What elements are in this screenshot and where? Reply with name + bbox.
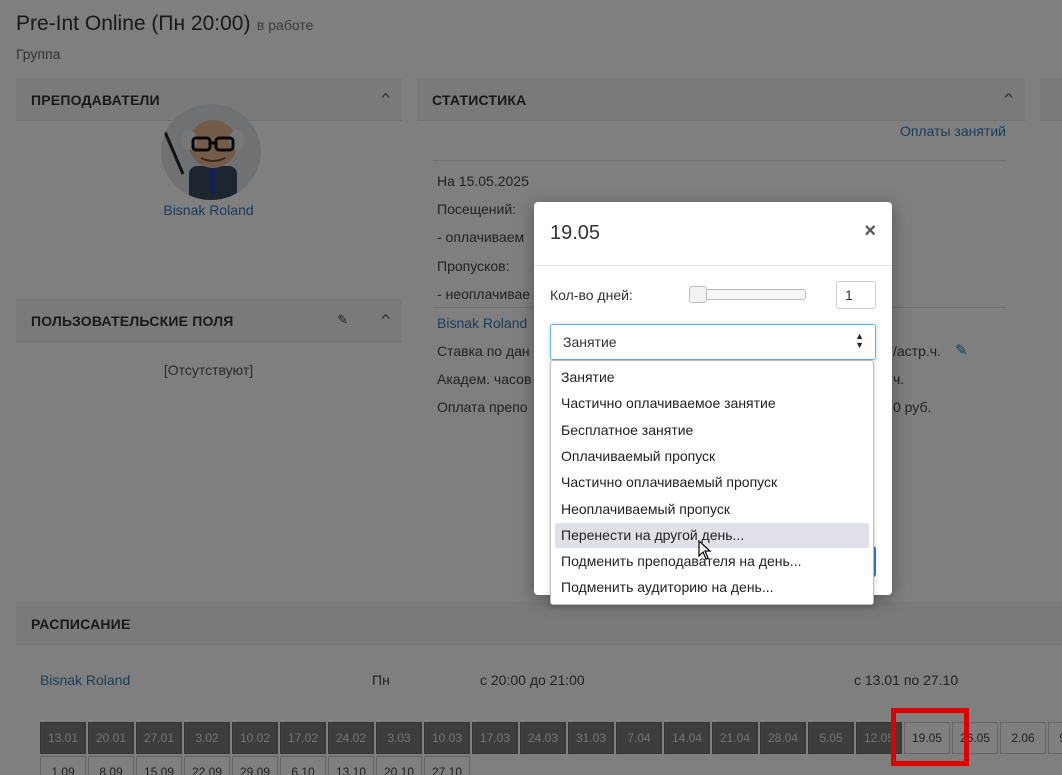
lesson-type-option[interactable]: Неоплачиваемый пропуск <box>555 497 869 522</box>
lesson-type-option[interactable]: Частично оплачиваемое занятие <box>555 391 869 416</box>
mouse-pointer-icon <box>698 540 712 560</box>
days-slider-handle[interactable] <box>689 286 707 303</box>
select-arrows-icon: ▲ ▼ <box>855 331 864 350</box>
lesson-type-option[interactable]: Бесплатное занятие <box>555 418 869 443</box>
days-count-input[interactable]: 1 <box>836 281 876 309</box>
lesson-type-option[interactable]: Оплачиваемый пропуск <box>555 444 869 469</box>
lesson-type-selected: Занятие <box>563 334 617 350</box>
annotation-highlight-box <box>891 708 969 766</box>
lesson-type-select[interactable]: Занятие ▲ ▼ <box>550 324 876 360</box>
modal-title: 19.05 <box>550 222 601 244</box>
lesson-type-option[interactable]: Перенести на другой день... <box>555 522 869 548</box>
lesson-type-option[interactable]: Частично оплачиваемый пропуск <box>555 470 869 495</box>
days-slider-track[interactable] <box>690 289 806 300</box>
days-count-label: Кол-во дней: <box>550 287 633 303</box>
lesson-type-options: Занятие Частично оплачиваемое занятие Бесп… <box>550 360 874 605</box>
lesson-type-option[interactable]: Подменить аудиторию на день... <box>555 575 869 600</box>
modal-backdrop[interactable] <box>0 0 1062 775</box>
divider <box>534 265 892 266</box>
lesson-type-option[interactable]: Подменить преподавателя на день... <box>555 549 869 574</box>
close-icon[interactable]: × <box>864 220 876 243</box>
page: Pre-Int Online (Пн 20:00) в работе Групп… <box>0 0 1062 775</box>
lesson-type-option[interactable]: Занятие <box>555 365 869 390</box>
